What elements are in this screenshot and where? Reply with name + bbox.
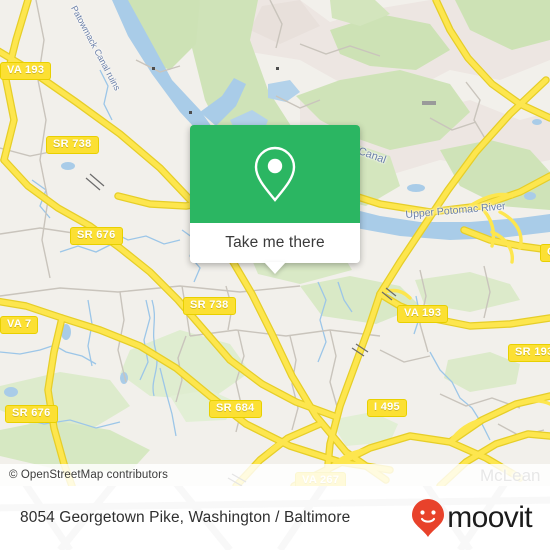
callout-action-area[interactable]: Take me there: [190, 223, 360, 274]
road-shield: SR 676: [70, 227, 123, 245]
moovit-pin-smiley-icon: [412, 499, 445, 537]
road-shield: SR 193: [508, 344, 550, 362]
callout-action-label: Take me there: [225, 234, 325, 251]
osm-attribution[interactable]: © OpenStreetMap contributors: [0, 464, 550, 486]
road-shield: VA 193: [397, 305, 449, 323]
take-me-there-callout[interactable]: Take me there: [190, 125, 360, 274]
address-label: 8054 Georgetown Pike, Washington / Balti…: [20, 509, 351, 526]
road-shield: SR 676: [5, 405, 58, 423]
moovit-wordmark: moovit: [447, 501, 532, 534]
road-shield: SR 738: [46, 136, 99, 154]
map-pin-icon: [254, 146, 296, 202]
road-shield: SR 738: [183, 297, 236, 315]
footer-bar: 8054 Georgetown Pike, Washington / Balti…: [0, 486, 550, 550]
road-shield: SR 684: [209, 400, 262, 418]
road-shield-clipped: G: [540, 244, 550, 262]
road-shield: I 495: [367, 399, 407, 417]
callout-pin-area: [190, 125, 360, 223]
moovit-map-screen: VA 193 SR 738 SR 676 SR 738 VA 7 VA 193 SR 193…: [0, 0, 550, 550]
moovit-logo[interactable]: moovit: [411, 498, 533, 538]
road-shield: VA 193: [0, 62, 52, 80]
callout-tail: [264, 262, 286, 274]
road-shield: VA 7: [0, 316, 39, 334]
